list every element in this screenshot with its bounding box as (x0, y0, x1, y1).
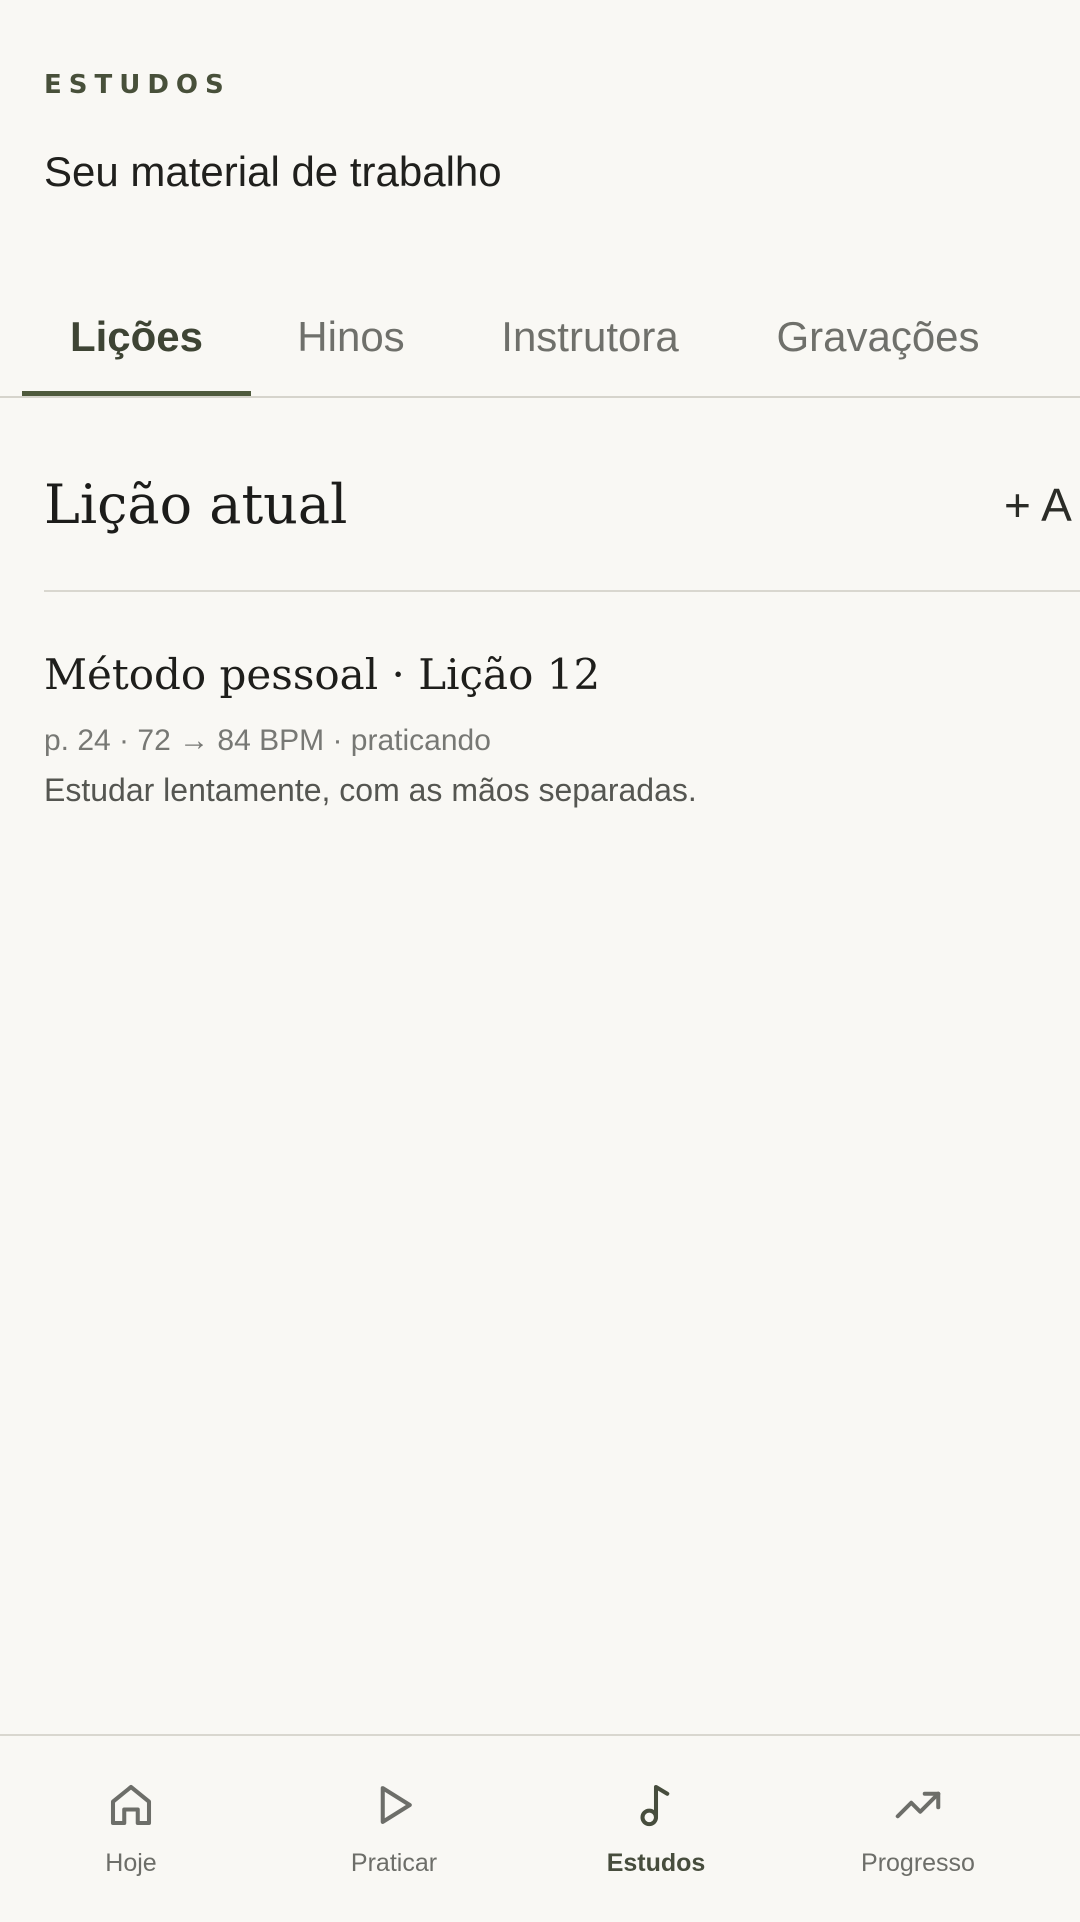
nav-label-hoje: Hoje (105, 1849, 157, 1877)
section-title: Lição atual (44, 473, 348, 536)
nav-item-hoje[interactable]: Hoje (21, 1778, 241, 1878)
lesson-meta: p. 24 · 72 → 84 BPM · praticando (44, 724, 491, 757)
page-header: ESTUDOS Seu material de trabalho (44, 68, 502, 196)
tab-licoes[interactable]: Lições (22, 280, 251, 396)
lesson-card[interactable]: Método pessoal · Lição 12 p. 24 · 72 → 8… (44, 648, 1044, 810)
nav-label-progresso: Progresso (861, 1849, 975, 1877)
play-icon (380, 1786, 412, 1824)
tab-hinos[interactable]: Hinos (271, 280, 431, 394)
bottom-nav: Hoje Praticar Estudos Progresso (0, 1734, 1080, 1922)
tab-bar: Lições Hinos Instrutora Gravações (0, 280, 1080, 398)
music-note-icon (640, 1784, 670, 1827)
nav-label-estudos: Estudos (606, 1849, 706, 1877)
page-eyebrow: ESTUDOS (44, 70, 231, 100)
lesson-note: Estudar lentamente, com as mãos separada… (44, 772, 697, 808)
nav-label-praticar: Praticar (350, 1849, 438, 1877)
nav-item-estudos[interactable]: Estudos (546, 1778, 766, 1878)
trending-up-icon (895, 1791, 941, 1819)
tab-gravacoes[interactable]: Gravações (760, 280, 996, 394)
page-subtitle: Seu material de trabalho (44, 148, 502, 195)
nav-item-praticar[interactable]: Praticar (284, 1778, 504, 1878)
tab-overflow[interactable] (1070, 280, 1080, 394)
home-icon (110, 1784, 152, 1826)
add-button[interactable]: + A (1004, 462, 1072, 548)
lesson-title: Método pessoal · Lição 12 (44, 650, 601, 699)
section-header: Lição atual + A (44, 462, 1080, 592)
nav-item-progresso[interactable]: Progresso (808, 1778, 1028, 1878)
tab-instrutora[interactable]: Instrutora (480, 280, 700, 394)
